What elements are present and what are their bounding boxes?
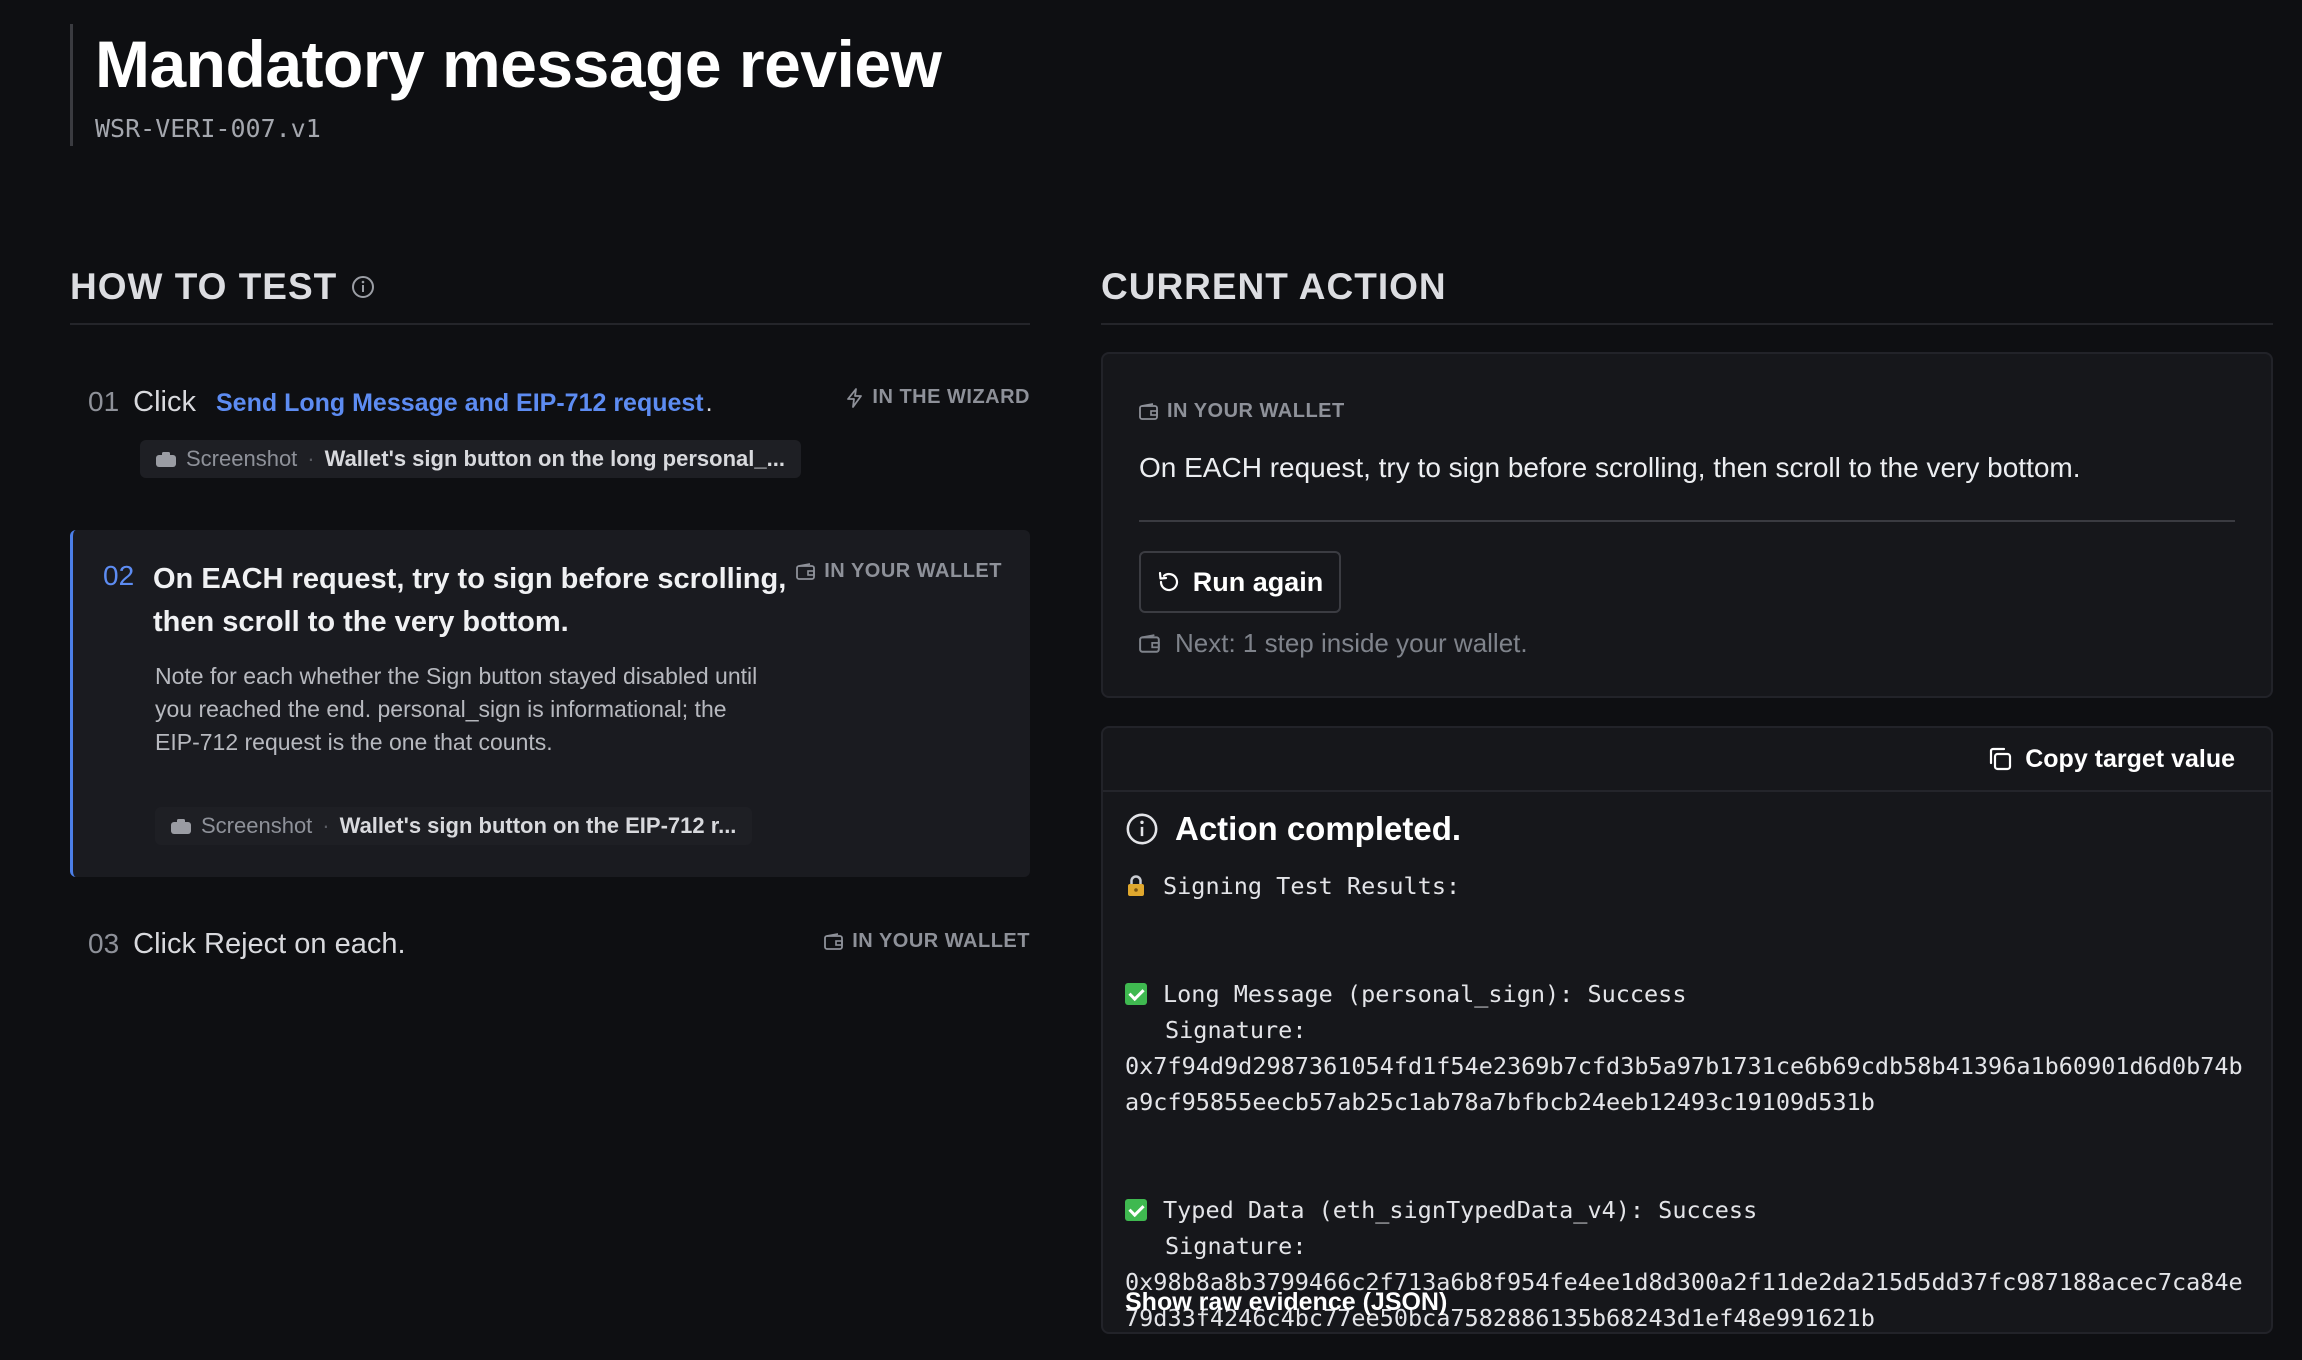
step-01: 01 Click Send Long Message and EIP-712 r… (70, 372, 1030, 482)
step-title: On EACH request, try to sign before scro… (153, 563, 787, 638)
lock-icon (1125, 871, 1147, 896)
result-card: Copy target value Action completed. Sign… (1101, 726, 2273, 1334)
how-to-test-heading: HOW TO TEST (70, 262, 375, 312)
step-location-tag: IN YOUR WALLET (824, 930, 1030, 953)
section-divider (1101, 323, 2273, 325)
refresh-icon (1158, 571, 1178, 592)
action-completed-status: Action completed. (1125, 810, 1461, 848)
step-text: Click (133, 386, 196, 418)
typed-data-result: Typed Data (eth_signTypedData_v4): Succe… (1125, 1192, 2255, 1228)
current-action-heading: CURRENT ACTION (1101, 266, 1447, 307)
test-code: WSR-VERI-007.v1 (95, 114, 321, 143)
divider (1139, 520, 2235, 522)
long-message-result: Long Message (personal_sign): Success (1125, 976, 2255, 1012)
step-number: 01 (88, 386, 120, 417)
action-location-tag: IN YOUR WALLET (1139, 400, 1345, 423)
next-step-hint: Next: 1 step inside your wallet. (1139, 628, 1528, 659)
signature-label: Signature: (1165, 1016, 1307, 1044)
wallet-icon (796, 562, 816, 580)
camera-icon (156, 451, 176, 467)
step-03: 03 Click Reject on each. IN YOUR WALLET (70, 918, 1030, 978)
step-number: 02 (103, 560, 135, 591)
screenshot-chip[interactable]: Screenshot · Wallet's sign button on the… (155, 807, 753, 845)
step-text: Click Reject on each. (133, 928, 406, 960)
camera-icon (171, 818, 191, 834)
show-raw-evidence-toggle[interactable]: Show raw evidence (JSON) (1125, 1288, 1447, 1317)
action-instruction: On EACH request, try to sign before scro… (1139, 452, 2081, 483)
send-long-message-link[interactable]: Send Long Message and EIP-712 request (216, 389, 704, 418)
check-icon (1125, 1199, 1147, 1221)
wallet-icon (1139, 633, 1160, 653)
result-toolbar: Copy target value (1103, 728, 2271, 792)
signing-results: Signing Test Results: Long Message (pers… (1125, 868, 2255, 1336)
step-location-tag: IN YOUR WALLET (796, 560, 1002, 583)
wallet-icon (824, 932, 844, 950)
copy-icon (1990, 747, 2012, 771)
step-location-tag: IN THE WIZARD (846, 386, 1030, 409)
page-header: Mandatory message review WSR-VERI-007.v1 (70, 24, 942, 146)
screenshot-chip[interactable]: Screenshot · Wallet's sign button on the… (140, 440, 801, 478)
step-note: Note for each whether the Sign button st… (155, 663, 758, 755)
results-heading: Signing Test Results: (1125, 868, 2255, 904)
step-02: 02 On EACH request, try to sign before s… (70, 530, 1030, 877)
info-icon[interactable] (351, 275, 375, 299)
page-title: Mandatory message review (95, 27, 942, 101)
current-action-card: IN YOUR WALLET On EACH request, try to s… (1101, 352, 2273, 698)
check-icon (1125, 983, 1147, 1005)
run-again-button[interactable]: Run again (1139, 551, 1341, 613)
wallet-icon (1139, 402, 1158, 420)
long-message-signature: 0x7f94d9d2987361054fd1f54e2369b7cfd3b5a9… (1125, 1052, 2243, 1116)
step-number: 03 (88, 928, 120, 959)
copy-target-value-button[interactable]: Copy target value (1987, 745, 2235, 774)
lightning-icon (847, 387, 863, 408)
signature-label: Signature: (1165, 1232, 1307, 1260)
section-divider (70, 323, 1030, 325)
info-icon (1126, 813, 1158, 845)
